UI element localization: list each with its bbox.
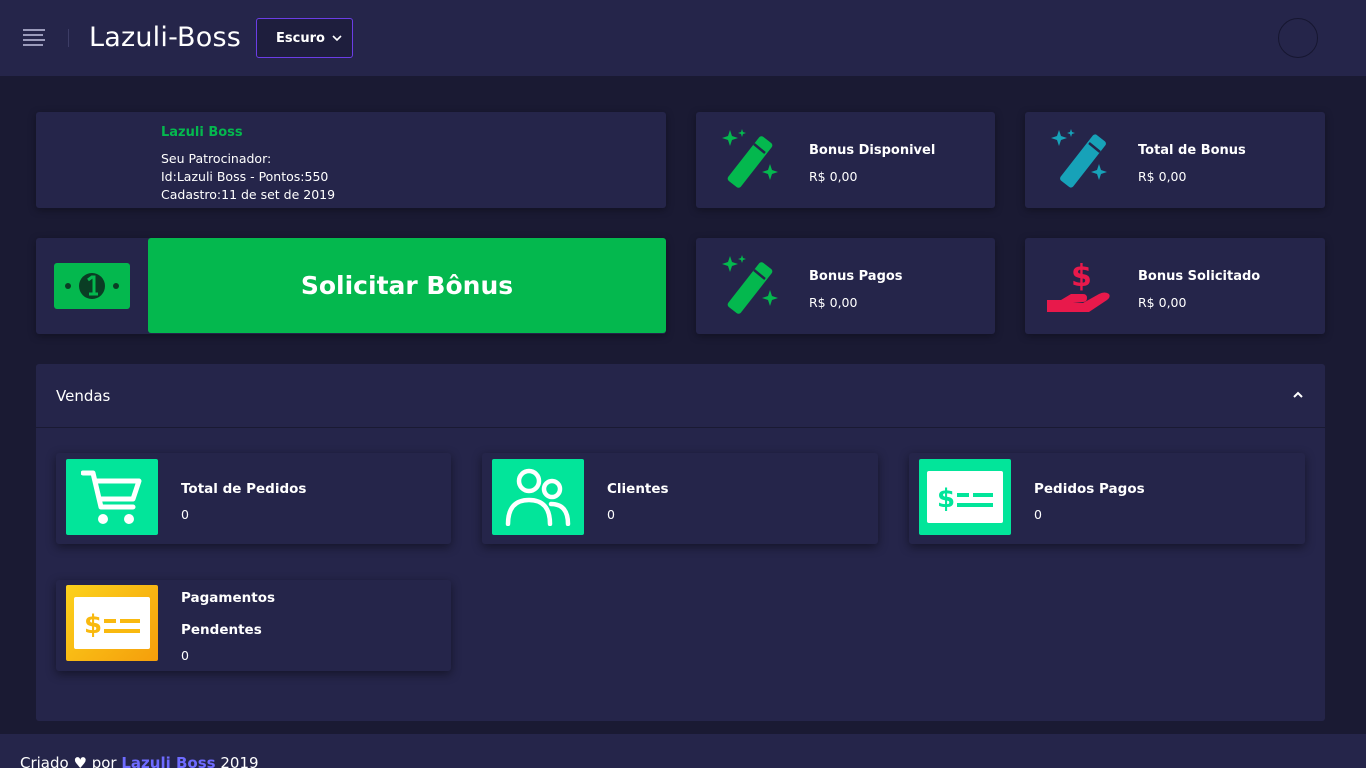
sales-value: 0 xyxy=(607,507,615,522)
footer-by: por xyxy=(91,754,117,768)
vendas-panel-header[interactable]: Vendas xyxy=(36,364,1325,428)
heart-icon: ♥ xyxy=(73,754,87,768)
sales-label-line1: Pagamentos xyxy=(181,590,276,606)
magic-wand-icon xyxy=(1051,129,1107,188)
sales-label-line2: Pendentes xyxy=(181,622,262,638)
users-icon xyxy=(505,468,571,526)
stat-value: R$ 0,00 xyxy=(1138,169,1187,184)
stat-value: R$ 0,00 xyxy=(809,295,858,310)
footer: Criado ♥ por Lazuli Boss 2019 xyxy=(0,734,1366,768)
footer-author-link[interactable]: Lazuli Boss xyxy=(121,754,215,768)
theme-select-value: Escuro xyxy=(276,31,325,46)
users-icon-box xyxy=(492,459,584,535)
sponsor-registration: Cadastro:11 de set de 2019 xyxy=(161,187,336,202)
vendas-title: Vendas xyxy=(56,387,111,405)
stat-card-bonus-pagos: Bonus Pagos R$ 0,00 xyxy=(696,238,995,334)
chevron-down-icon xyxy=(332,35,342,42)
sales-label: Pedidos Pagos xyxy=(1034,481,1145,497)
sponsor-card: Lazuli Boss Seu Patrocinador: Id:Lazuli … xyxy=(36,112,666,208)
sales-label: Clientes xyxy=(607,481,669,497)
sponsor-label: Seu Patrocinador: xyxy=(161,151,272,166)
sponsor-id-points: Id:Lazuli Boss - Pontos:550 xyxy=(161,169,329,184)
stat-value: R$ 0,00 xyxy=(1138,295,1187,310)
stat-label: Bonus Pagos xyxy=(809,269,903,284)
money-check-icon: $ xyxy=(74,597,150,649)
stat-value: R$ 0,00 xyxy=(809,169,858,184)
magic-wand-icon xyxy=(722,255,778,314)
footer-text: Criado ♥ por Lazuli Boss 2019 xyxy=(20,754,259,768)
money-check-icon-box: $ xyxy=(66,585,158,661)
sales-value: 0 xyxy=(181,648,189,663)
shopping-cart-icon xyxy=(81,470,142,524)
vendas-panel: Vendas Total de Pedidos 0 Clientes 0 $ P… xyxy=(36,364,1325,721)
footer-prefix: Criado xyxy=(20,754,69,768)
theme-select[interactable]: Escuro xyxy=(256,18,353,58)
svg-text:$: $ xyxy=(937,484,955,514)
money-check-icon-box: $ xyxy=(919,459,1011,535)
money-check-icon: $ xyxy=(927,471,1003,523)
sales-card-total-pedidos: Total de Pedidos 0 xyxy=(56,453,451,544)
sales-card-clientes: Clientes 0 xyxy=(482,453,878,544)
svg-text:$: $ xyxy=(84,610,102,640)
sales-label: Total de Pedidos xyxy=(181,481,307,497)
solicitar-bonus-button[interactable]: Solicitar Bônus xyxy=(148,238,666,333)
sales-card-pedidos-pagos: $ Pedidos Pagos 0 xyxy=(909,453,1305,544)
sales-card-pagamentos-pendentes: $ Pagamentos Pendentes 0 xyxy=(56,580,451,671)
money-bill-icon xyxy=(54,263,130,309)
chevron-up-icon[interactable] xyxy=(1293,391,1303,399)
sponsor-name: Lazuli Boss xyxy=(161,125,243,140)
stat-card-total-de-bonus: Total de Bonus R$ 0,00 xyxy=(1025,112,1325,208)
divider xyxy=(68,29,69,47)
stat-label: Bonus Disponivel xyxy=(809,143,936,158)
sales-value: 0 xyxy=(181,507,189,522)
hamburger-menu-icon[interactable] xyxy=(23,29,45,47)
hand-dollar-icon: $ xyxy=(1047,259,1110,312)
sales-value: 0 xyxy=(1034,507,1042,522)
shopping-cart-icon-box xyxy=(66,459,158,535)
top-navbar: Lazuli-Boss Escuro xyxy=(0,0,1366,76)
magic-wand-icon xyxy=(722,129,778,188)
stat-label: Bonus Solicitado xyxy=(1138,269,1261,284)
svg-text:$: $ xyxy=(1071,259,1092,294)
avatar[interactable] xyxy=(1278,18,1318,58)
app-title: Lazuli-Boss xyxy=(89,22,242,53)
stat-card-bonus-disponivel: Bonus Disponivel R$ 0,00 xyxy=(696,112,995,208)
stat-label: Total de Bonus xyxy=(1138,143,1246,158)
footer-year: 2019 xyxy=(220,754,259,768)
stat-card-bonus-solicitado: $ Bonus Solicitado R$ 0,00 xyxy=(1025,238,1325,334)
